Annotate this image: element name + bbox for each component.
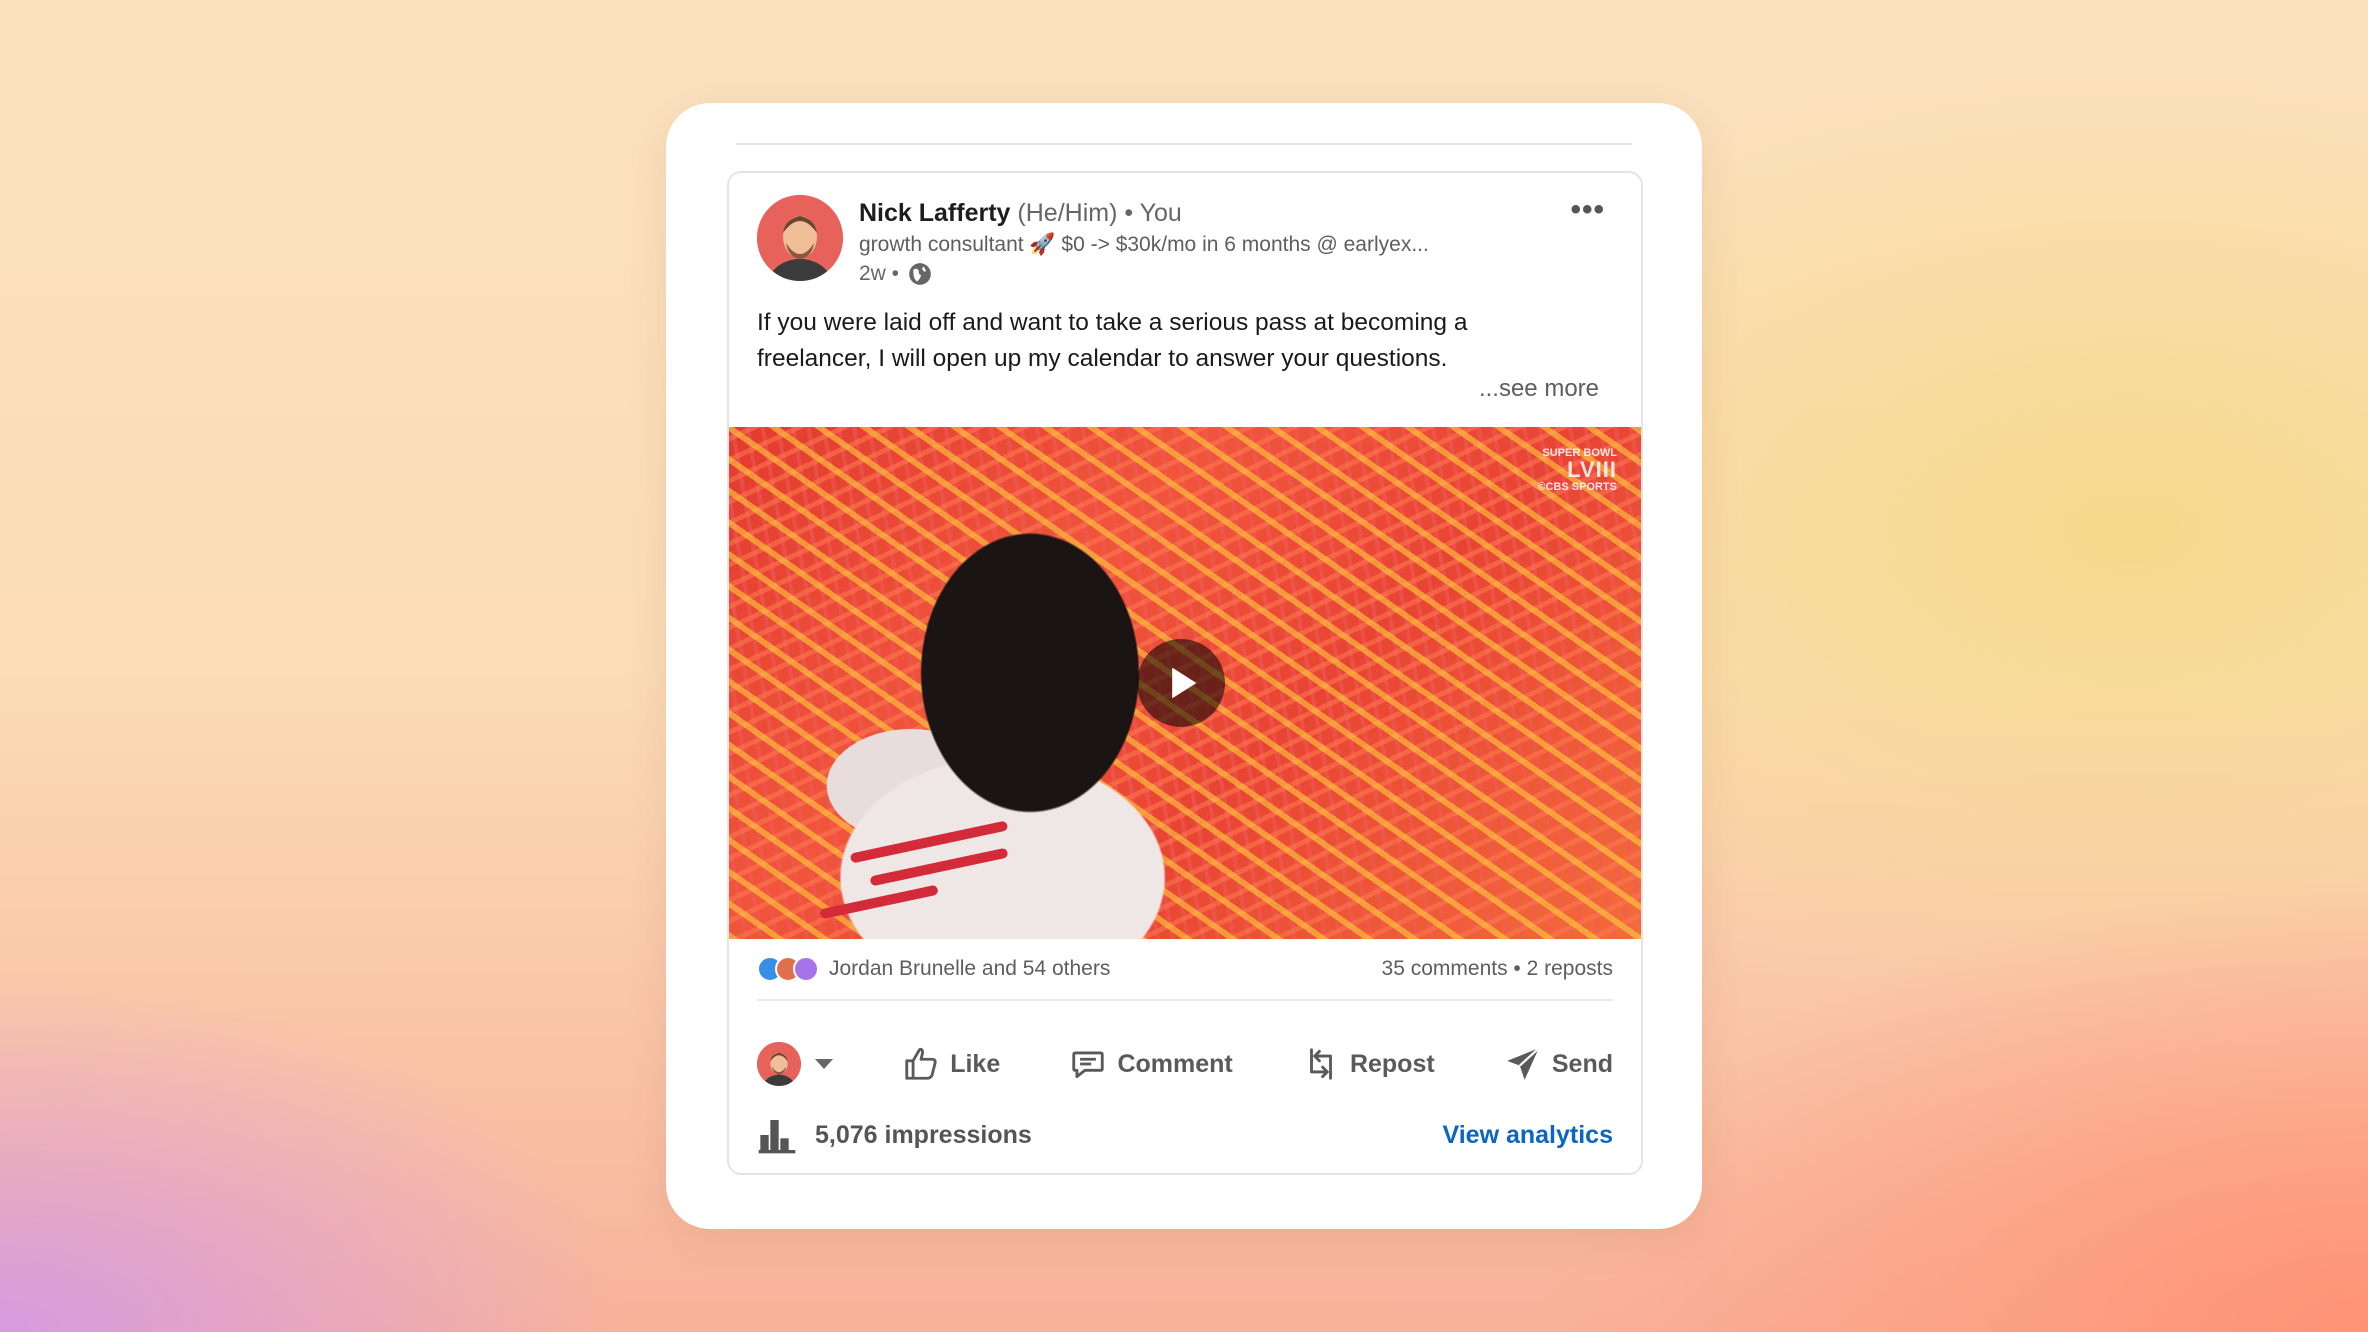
- play-button[interactable]: [1137, 639, 1225, 727]
- send-icon: [1507, 1047, 1540, 1080]
- comment-icon: [1072, 1051, 1105, 1079]
- like-button[interactable]: Like: [902, 1045, 1000, 1083]
- reaction-icons: [757, 956, 819, 982]
- repost-icon: [1310, 1048, 1332, 1080]
- reactions-summary[interactable]: Jordan Brunelle and 54 others: [757, 956, 1110, 982]
- reactions-text: Jordan Brunelle and 54 others: [829, 957, 1111, 980]
- post-stats: 5,076 impressions View analytics: [757, 1113, 1613, 1157]
- post-meta: 2w •: [859, 261, 933, 287]
- author-headline: growth consultant 🚀 $0 -> $30k/mo in 6 m…: [859, 233, 1429, 256]
- chevron-down-icon: [815, 1059, 833, 1069]
- author-line: Nick Lafferty (He/Him) • You: [859, 199, 1182, 228]
- play-icon: [1172, 667, 1197, 699]
- post-text: If you were laid off and want to take a …: [757, 309, 1468, 372]
- repost-label: Repost: [1349, 1049, 1435, 1078]
- watermark-big: LVIII: [1567, 457, 1617, 482]
- impressions[interactable]: 5,076 impressions: [757, 1115, 1032, 1155]
- more-options-icon[interactable]: •••: [1570, 193, 1605, 227]
- globe-icon: [907, 261, 933, 287]
- like-label: Like: [950, 1049, 1001, 1078]
- see-more-link[interactable]: ...see more: [1479, 375, 1599, 403]
- author-pronouns: (He/Him): [1017, 199, 1118, 227]
- repost-button[interactable]: Repost: [1302, 1045, 1435, 1083]
- thumbs-up-icon: [905, 1047, 937, 1080]
- impressions-count: 5,076 impressions: [815, 1120, 1032, 1149]
- bar-chart-icon: [758, 1120, 796, 1154]
- comment-label: Comment: [1117, 1049, 1233, 1078]
- insightful-reaction-icon: [793, 956, 819, 982]
- post-frame: Nick Lafferty (He/Him) • You growth cons…: [666, 103, 1702, 1229]
- author-name[interactable]: Nick Lafferty: [859, 199, 1010, 227]
- author-avatar[interactable]: [757, 195, 843, 281]
- view-analytics-link[interactable]: View analytics: [1443, 1121, 1613, 1150]
- send-button[interactable]: Send: [1504, 1045, 1613, 1083]
- send-label: Send: [1551, 1049, 1613, 1078]
- broadcast-watermark: SUPER BOWL LVIII ©CBS SPORTS: [1537, 447, 1617, 493]
- post-time: 2w •: [859, 262, 900, 285]
- social-counts: Jordan Brunelle and 54 others 35 comment…: [757, 949, 1613, 989]
- watermark-bottom: ©CBS SPORTS: [1537, 481, 1617, 493]
- comment-button[interactable]: Comment: [1069, 1045, 1233, 1083]
- video-thumbnail[interactable]: SUPER BOWL LVIII ©CBS SPORTS: [729, 427, 1641, 939]
- divider: [757, 999, 1613, 1001]
- jersey-stripe: [819, 884, 939, 920]
- comments-reposts-count[interactable]: 35 comments • 2 reposts: [1382, 957, 1613, 981]
- post-card: Nick Lafferty (He/Him) • You growth cons…: [727, 171, 1643, 1175]
- user-avatar: [757, 1042, 801, 1086]
- author-relation: • You: [1124, 199, 1182, 227]
- divider: [736, 143, 1632, 145]
- action-bar: Like Comment Repost Send: [757, 1029, 1613, 1099]
- reaction-identity-selector[interactable]: [757, 1042, 833, 1086]
